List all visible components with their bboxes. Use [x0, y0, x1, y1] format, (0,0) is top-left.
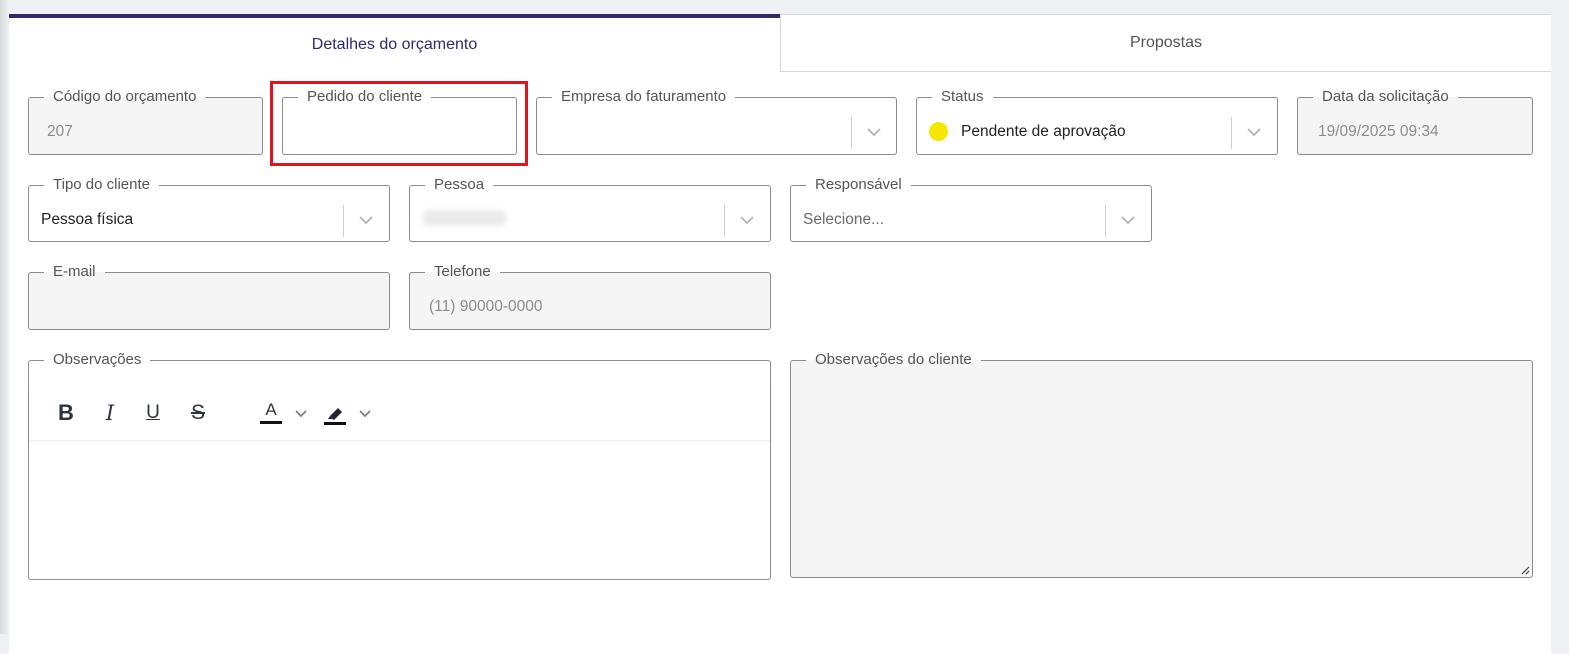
status-select[interactable]: Status Pendente de aprovação — [916, 89, 1278, 155]
select-divider — [724, 205, 725, 237]
client-notes-field: Observações do cliente — [790, 352, 1533, 578]
billing-company-label: Empresa do faturamento — [561, 88, 727, 105]
italic-button[interactable]: I — [95, 398, 125, 428]
tab-proposals[interactable]: Propostas — [780, 14, 1551, 72]
chevron-down-icon[interactable] — [1243, 121, 1265, 143]
notes-label: Observações — [53, 351, 142, 368]
highlighter-icon — [324, 408, 346, 425]
strikethrough-icon: S — [190, 401, 205, 424]
email-label: E-mail — [53, 263, 96, 280]
chevron-down-icon[interactable] — [292, 404, 310, 422]
select-divider — [1105, 205, 1106, 237]
chevron-down-icon[interactable] — [355, 209, 377, 231]
budget-form-panel: Detalhes do orçamento Propostas Código d… — [9, 14, 1551, 654]
responsible-placeholder: Selecione... — [803, 211, 884, 228]
client-notes-label: Observações do cliente — [815, 351, 972, 368]
editor-toolbar: B I U S A — [30, 382, 770, 441]
left-edge-shadow — [0, 0, 9, 634]
bold-button[interactable]: B — [51, 398, 81, 428]
select-divider — [851, 117, 852, 149]
person-label: Pessoa — [434, 176, 485, 193]
status-label: Status — [941, 88, 984, 105]
status-value: Pendente de aprovação — [961, 123, 1126, 140]
italic-icon: I — [105, 401, 115, 425]
resize-grip-icon[interactable] — [1520, 565, 1530, 575]
notes-editor[interactable]: Observações B I U S A — [28, 352, 771, 580]
chevron-down-icon[interactable] — [356, 404, 374, 422]
chevron-down-icon[interactable] — [736, 209, 758, 231]
status-indicator-dot — [929, 122, 948, 141]
client-type-label: Tipo do cliente — [53, 176, 151, 193]
highlight-color-button[interactable] — [320, 398, 350, 428]
responsible-label: Responsável — [815, 176, 902, 193]
budget-code-value: 207 — [47, 123, 73, 140]
chevron-down-icon[interactable] — [863, 121, 885, 143]
person-select[interactable]: Pessoa — [409, 177, 771, 242]
strikethrough-button[interactable]: S — [183, 398, 213, 428]
font-color-button[interactable]: A — [256, 398, 286, 428]
phone-label: Telefone — [434, 263, 491, 280]
email-field: E-mail — [28, 264, 390, 330]
request-date-label: Data da solicitação — [1322, 88, 1449, 105]
request-date-value: 19/09/2025 09:34 — [1318, 123, 1439, 140]
underline-icon: U — [146, 402, 160, 423]
billing-company-select[interactable]: Empresa do faturamento — [536, 89, 897, 155]
tab-budget-details[interactable]: Detalhes do orçamento — [9, 14, 780, 72]
select-divider — [343, 205, 344, 237]
client-type-value: Pessoa física — [41, 211, 134, 228]
responsible-select[interactable]: Responsável Selecione... — [790, 177, 1152, 242]
budget-code-label: Código do orçamento — [53, 88, 197, 105]
bold-icon: B — [58, 400, 74, 425]
budget-code-field: Código do orçamento 207 — [28, 89, 263, 155]
font-color-swatch — [260, 421, 282, 424]
phone-field: Telefone (11) 90000-0000 — [409, 264, 771, 330]
select-divider — [1231, 117, 1232, 149]
underline-button[interactable]: U — [138, 398, 168, 428]
request-date-field: Data da solicitação 19/09/2025 09:34 — [1297, 89, 1533, 155]
highlight-box — [270, 81, 528, 166]
client-type-select[interactable]: Tipo do cliente Pessoa física — [28, 177, 390, 242]
person-name-redacted — [422, 210, 507, 226]
chevron-down-icon[interactable] — [1117, 209, 1139, 231]
phone-placeholder: (11) 90000-0000 — [429, 298, 543, 315]
font-color-icon: A — [265, 400, 277, 419]
